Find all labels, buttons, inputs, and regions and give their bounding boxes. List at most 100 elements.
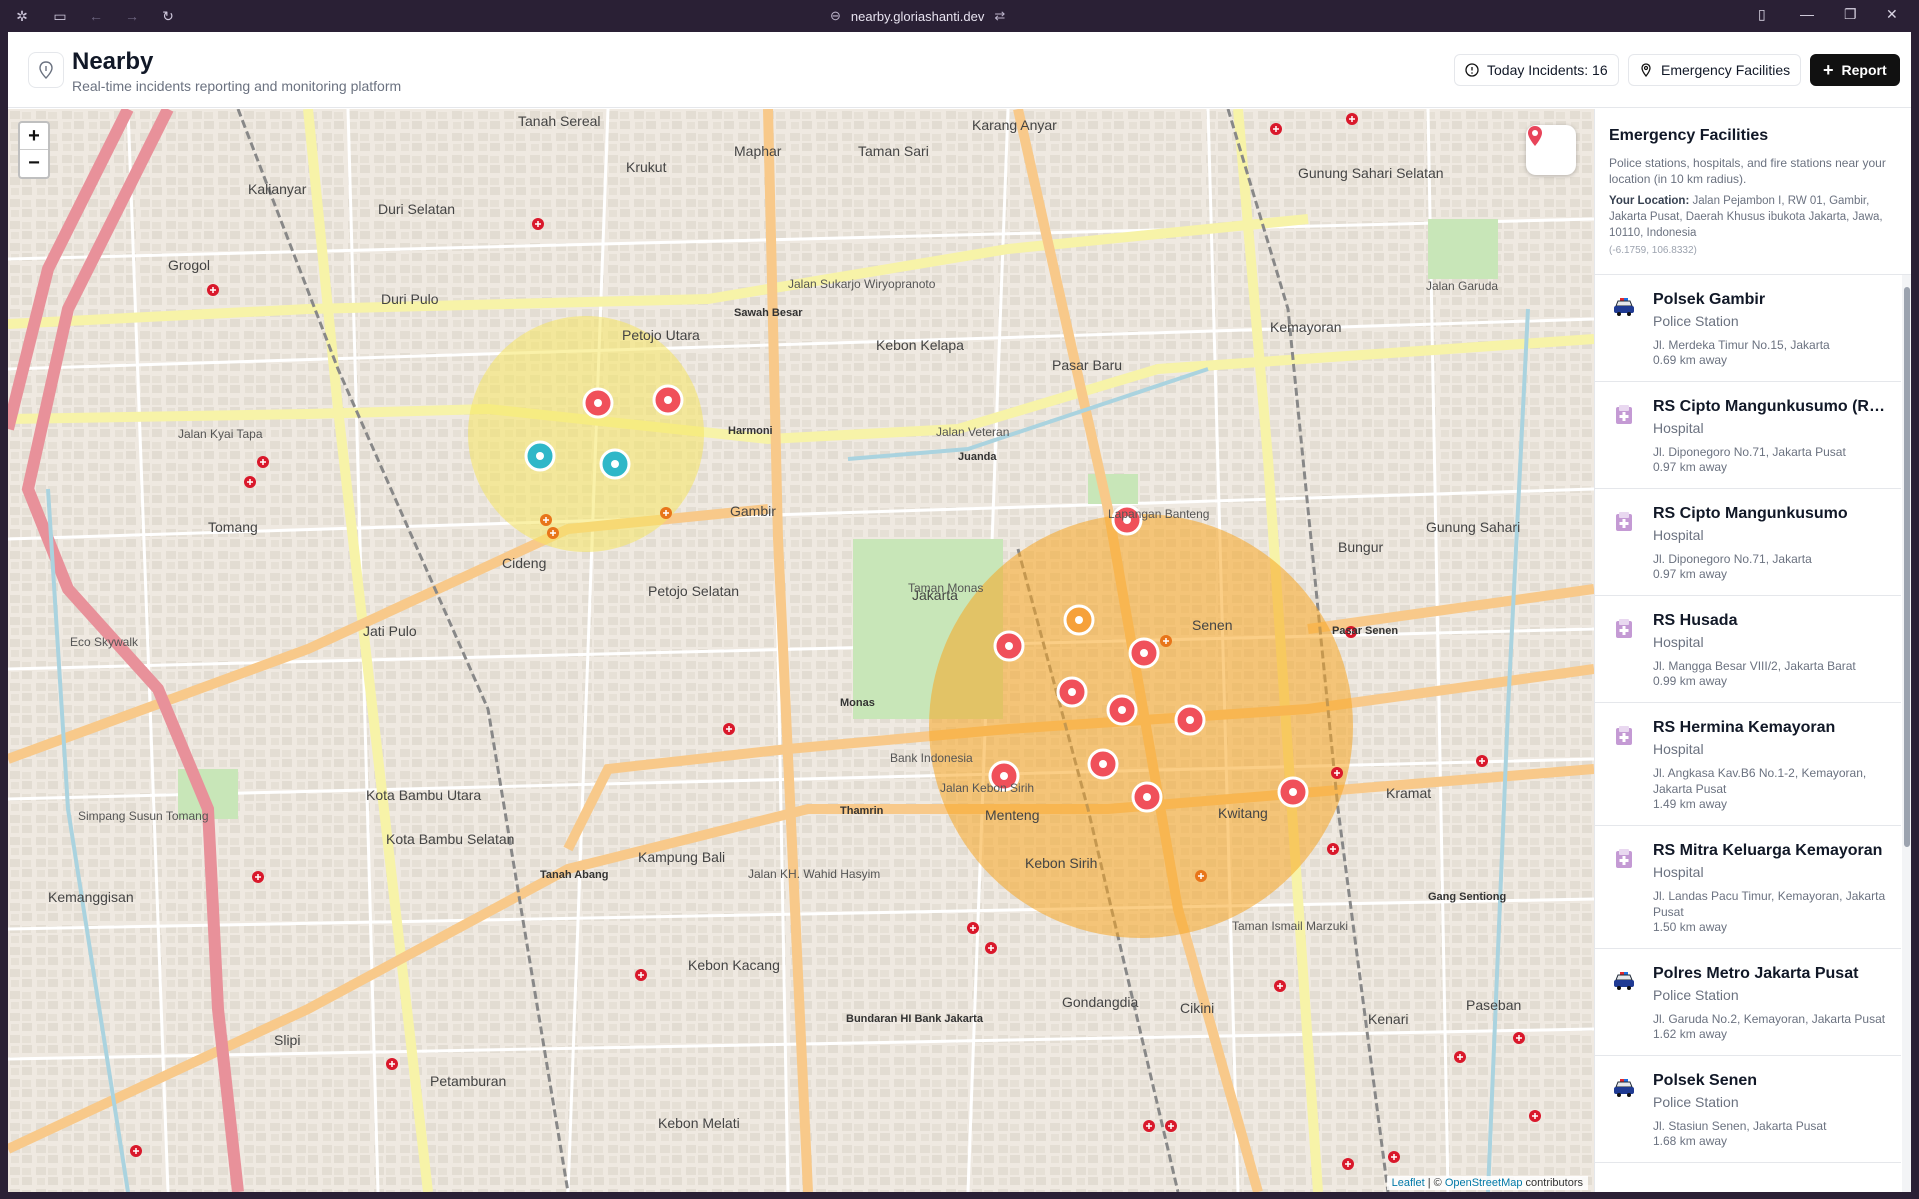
incident-marker[interactable] bbox=[1131, 781, 1163, 813]
incident-marker[interactable] bbox=[1128, 637, 1160, 669]
facility-marker[interactable] bbox=[532, 218, 544, 230]
facility-marker[interactable] bbox=[967, 922, 979, 934]
sidebar-toggle-icon[interactable]: ▭ bbox=[52, 8, 68, 24]
map-label: Gondangdia bbox=[1062, 994, 1139, 1010]
facility-marker[interactable] bbox=[635, 969, 647, 981]
map-label: Thamrin bbox=[840, 805, 884, 817]
incident-marker[interactable] bbox=[652, 384, 684, 416]
reload-icon[interactable]: ↻ bbox=[160, 8, 176, 24]
map-label: Lapangan Banteng bbox=[1108, 507, 1210, 521]
map-canvas[interactable] bbox=[8, 109, 1594, 1192]
map-label: Krukut bbox=[626, 159, 667, 175]
facility-marker[interactable] bbox=[1327, 843, 1339, 855]
report-label: Report bbox=[1841, 62, 1887, 78]
facility-item[interactable]: RS Hermina Kemayoran Hospital Jl. Angkasa … bbox=[1595, 703, 1901, 826]
settings-sliders-icon[interactable]: ⇄ bbox=[994, 8, 1005, 24]
zoom-out-button[interactable]: − bbox=[20, 150, 48, 177]
facility-marker[interactable] bbox=[1342, 1158, 1354, 1170]
restore-icon[interactable]: ❐ bbox=[1844, 6, 1857, 23]
minimize-icon[interactable]: — bbox=[1800, 6, 1814, 22]
your-location: Your Location: Jalan Pejambon I, RW 01, … bbox=[1609, 193, 1897, 241]
facility-item[interactable]: Polsek Senen Police Station Jl. Stasiun Se… bbox=[1595, 1056, 1901, 1163]
facility-marker[interactable] bbox=[1270, 123, 1282, 135]
facility-address: Jl. Garuda No.2, Kemayoran, Jakarta Pusa… bbox=[1653, 1012, 1886, 1026]
facility-item[interactable]: RS Cipto Mangunkusumo Hospital Jl. Diponeg… bbox=[1595, 489, 1901, 596]
facility-marker[interactable] bbox=[660, 507, 672, 519]
emergency-facilities-button[interactable]: Emergency Facilities bbox=[1628, 54, 1802, 86]
my-location-button[interactable] bbox=[1526, 125, 1576, 175]
zoom-control[interactable]: + − bbox=[18, 121, 50, 179]
report-button[interactable]: + Report bbox=[1810, 54, 1900, 86]
incident-marker[interactable] bbox=[582, 387, 614, 419]
split-view-icon[interactable]: ▯ bbox=[1758, 6, 1766, 23]
facility-distance: 1.68 km away bbox=[1653, 1134, 1728, 1148]
facility-marker[interactable] bbox=[130, 1145, 142, 1157]
facility-marker[interactable] bbox=[1529, 1110, 1541, 1122]
map-container[interactable]: Tanah Sereal Krukut Maphar Taman Sari Karang… bbox=[8, 109, 1594, 1192]
map-label: Taman Ismail Marzuki bbox=[1232, 919, 1349, 933]
facility-marker[interactable] bbox=[1143, 1120, 1155, 1132]
hospital-icon bbox=[1613, 404, 1633, 424]
facility-item[interactable]: Polres Metro Jakarta Pusat Police Station… bbox=[1595, 949, 1901, 1056]
incident-marker[interactable] bbox=[1106, 694, 1138, 726]
incident-marker[interactable] bbox=[1277, 776, 1309, 808]
facility-list[interactable]: Polsek Gambir Police Station Jl. Merdeka T… bbox=[1595, 275, 1901, 1192]
facility-marker[interactable] bbox=[1513, 1032, 1525, 1044]
facility-marker[interactable] bbox=[1165, 1120, 1177, 1132]
facility-item[interactable]: Polsek Gambir Police Station Jl. Merdeka T… bbox=[1595, 275, 1901, 382]
facility-address: Jl. Merdeka Timur No.15, Jakarta bbox=[1653, 338, 1830, 352]
your-location-coords: (-6.1759, 106.8332) bbox=[1609, 245, 1697, 256]
facility-item[interactable]: RS Cipto Mangunkusumo (RS... Hospital Jl. … bbox=[1595, 382, 1901, 489]
forward-icon[interactable]: → bbox=[124, 8, 140, 24]
facility-marker[interactable] bbox=[723, 723, 735, 735]
facilities-sidebar: Emergency Facilities Police stations, ho… bbox=[1594, 109, 1911, 1192]
facility-marker[interactable] bbox=[244, 476, 256, 488]
facility-marker[interactable] bbox=[1388, 1151, 1400, 1163]
today-incidents-button[interactable]: Today Incidents: 16 bbox=[1454, 54, 1619, 86]
map-label: Kebon Melati bbox=[658, 1115, 740, 1131]
incident-marker[interactable] bbox=[1087, 748, 1119, 780]
facility-marker[interactable] bbox=[1160, 635, 1172, 647]
incident-marker[interactable] bbox=[524, 440, 556, 472]
sidebar-description: Police stations, hospitals, and fire sta… bbox=[1609, 156, 1886, 186]
facility-marker[interactable] bbox=[1346, 113, 1358, 125]
facility-marker[interactable] bbox=[1274, 980, 1286, 992]
zoom-in-button[interactable]: + bbox=[20, 123, 48, 150]
today-incidents-label: Today Incidents: 16 bbox=[1487, 62, 1608, 78]
app-header: Nearby Real-time incidents reporting and… bbox=[8, 32, 1911, 108]
facility-marker[interactable] bbox=[252, 871, 264, 883]
facility-marker[interactable] bbox=[547, 527, 559, 539]
incident-marker[interactable] bbox=[993, 630, 1025, 662]
app-logo-icon: ✲ bbox=[16, 8, 28, 24]
osm-link[interactable]: OpenStreetMap bbox=[1445, 1177, 1523, 1189]
incident-marker[interactable] bbox=[599, 448, 631, 480]
facility-marker[interactable] bbox=[540, 514, 552, 526]
url-text: nearby.gloriashanti.dev bbox=[850, 8, 985, 24]
facility-marker[interactable] bbox=[1195, 870, 1207, 882]
facility-address: Jl. Diponegoro No.71, Jakarta Pusat bbox=[1653, 445, 1846, 459]
facility-marker[interactable] bbox=[207, 284, 219, 296]
address-bar[interactable]: ⊖ nearby.gloriashanti.dev ⇄ bbox=[830, 7, 1005, 25]
incident-marker[interactable] bbox=[1063, 604, 1095, 636]
facility-address: Jl. Mangga Besar VIII/2, Jakarta Barat bbox=[1653, 659, 1856, 673]
facility-item[interactable]: RS Husada Hospital Jl. Mangga Besar VIII/2… bbox=[1595, 596, 1901, 703]
map-label: Kebon Kacang bbox=[688, 957, 780, 973]
facility-marker[interactable] bbox=[1476, 755, 1488, 767]
facility-item[interactable]: RS Mitra Keluarga Kemayoran Hospital Jl. L… bbox=[1595, 826, 1901, 949]
map-label: Eco Skywalk bbox=[70, 635, 139, 649]
facility-marker[interactable] bbox=[1331, 767, 1343, 779]
map-label: Gang Sentiong bbox=[1428, 891, 1507, 903]
facility-marker[interactable] bbox=[1454, 1051, 1466, 1063]
facility-address: Jl. Stasiun Senen, Jakarta Pusat bbox=[1653, 1119, 1827, 1133]
incident-marker[interactable] bbox=[1056, 676, 1088, 708]
facility-marker[interactable] bbox=[386, 1058, 398, 1070]
incident-marker[interactable] bbox=[1174, 704, 1206, 736]
close-window-icon[interactable]: ✕ bbox=[1886, 6, 1898, 23]
leaflet-link[interactable]: Leaflet bbox=[1392, 1177, 1425, 1189]
facility-marker[interactable] bbox=[985, 942, 997, 954]
plus-icon: + bbox=[1823, 60, 1834, 80]
facility-list-scrollbar[interactable] bbox=[1902, 275, 1911, 1192]
back-icon[interactable]: ← bbox=[88, 8, 104, 24]
facility-marker[interactable] bbox=[257, 456, 269, 468]
scrollbar-thumb[interactable] bbox=[1904, 287, 1910, 847]
